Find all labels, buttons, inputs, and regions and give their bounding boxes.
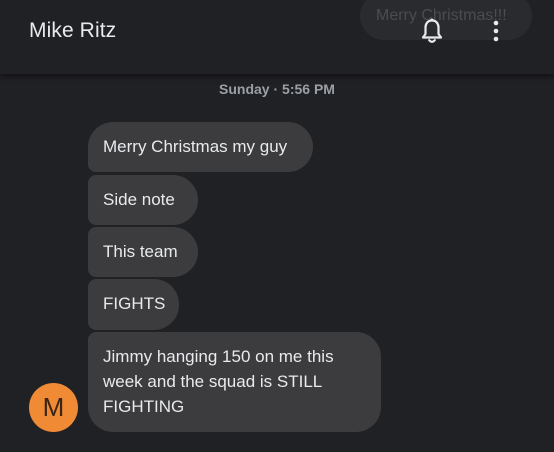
message-timestamp: Sunday · 5:56 PM (219, 81, 335, 97)
conversation-header: Merry Christmas!!! Mike Ritz (0, 0, 554, 74)
message-bubble[interactable]: This team (88, 227, 198, 277)
bell-icon[interactable] (419, 17, 445, 45)
message-bubble[interactable]: FIGHTS (88, 279, 179, 330)
more-vertical-icon[interactable] (484, 18, 508, 44)
contact-name[interactable]: Mike Ritz (29, 19, 116, 43)
message-bubble[interactable]: Merry Christmas my guy (88, 122, 313, 172)
avatar[interactable]: M (29, 383, 78, 432)
message-bubble[interactable]: Jimmy hanging 150 on me this week and th… (88, 332, 381, 432)
message-bubble[interactable]: Side note (88, 175, 198, 225)
